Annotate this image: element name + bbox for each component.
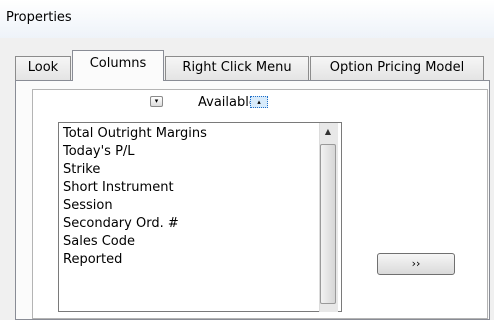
tab-strip: Look Columns Right Click Menu Option Pri…: [0, 50, 494, 81]
list-item[interactable]: Reported: [63, 251, 122, 269]
tab-look[interactable]: Look: [15, 56, 71, 80]
scroll-thumb[interactable]: [320, 144, 336, 304]
chevron-up-icon: ▴: [257, 98, 261, 106]
available-label: Available: [198, 95, 257, 110]
list-item[interactable]: Short Instrument: [63, 179, 174, 197]
list-item[interactable]: Today's P/L: [63, 143, 135, 161]
tab-right-click-menu[interactable]: Right Click Menu: [165, 56, 309, 80]
list-item[interactable]: Strike: [63, 161, 100, 179]
sort-down-button[interactable]: ▾: [150, 96, 163, 107]
tab-columns[interactable]: Columns: [72, 50, 164, 81]
move-right-button[interactable]: ››: [377, 253, 455, 275]
title-bar: Properties: [0, 0, 494, 38]
scroll-up-icon[interactable]: ▲: [319, 123, 337, 141]
sort-up-button[interactable]: ▴: [250, 96, 268, 108]
chevron-down-icon: ▾: [154, 97, 159, 105]
window-title: Properties: [6, 10, 72, 25]
tab-option-pricing-model[interactable]: Option Pricing Model: [310, 56, 484, 80]
list-item[interactable]: Sales Code: [63, 233, 135, 251]
list-item[interactable]: Total Outright Margins: [63, 125, 207, 143]
available-list[interactable]: Total Outright Margins Today's P/L Strik…: [58, 122, 342, 312]
list-item[interactable]: Secondary Ord. #: [63, 215, 179, 233]
list-item[interactable]: Session: [63, 197, 113, 215]
